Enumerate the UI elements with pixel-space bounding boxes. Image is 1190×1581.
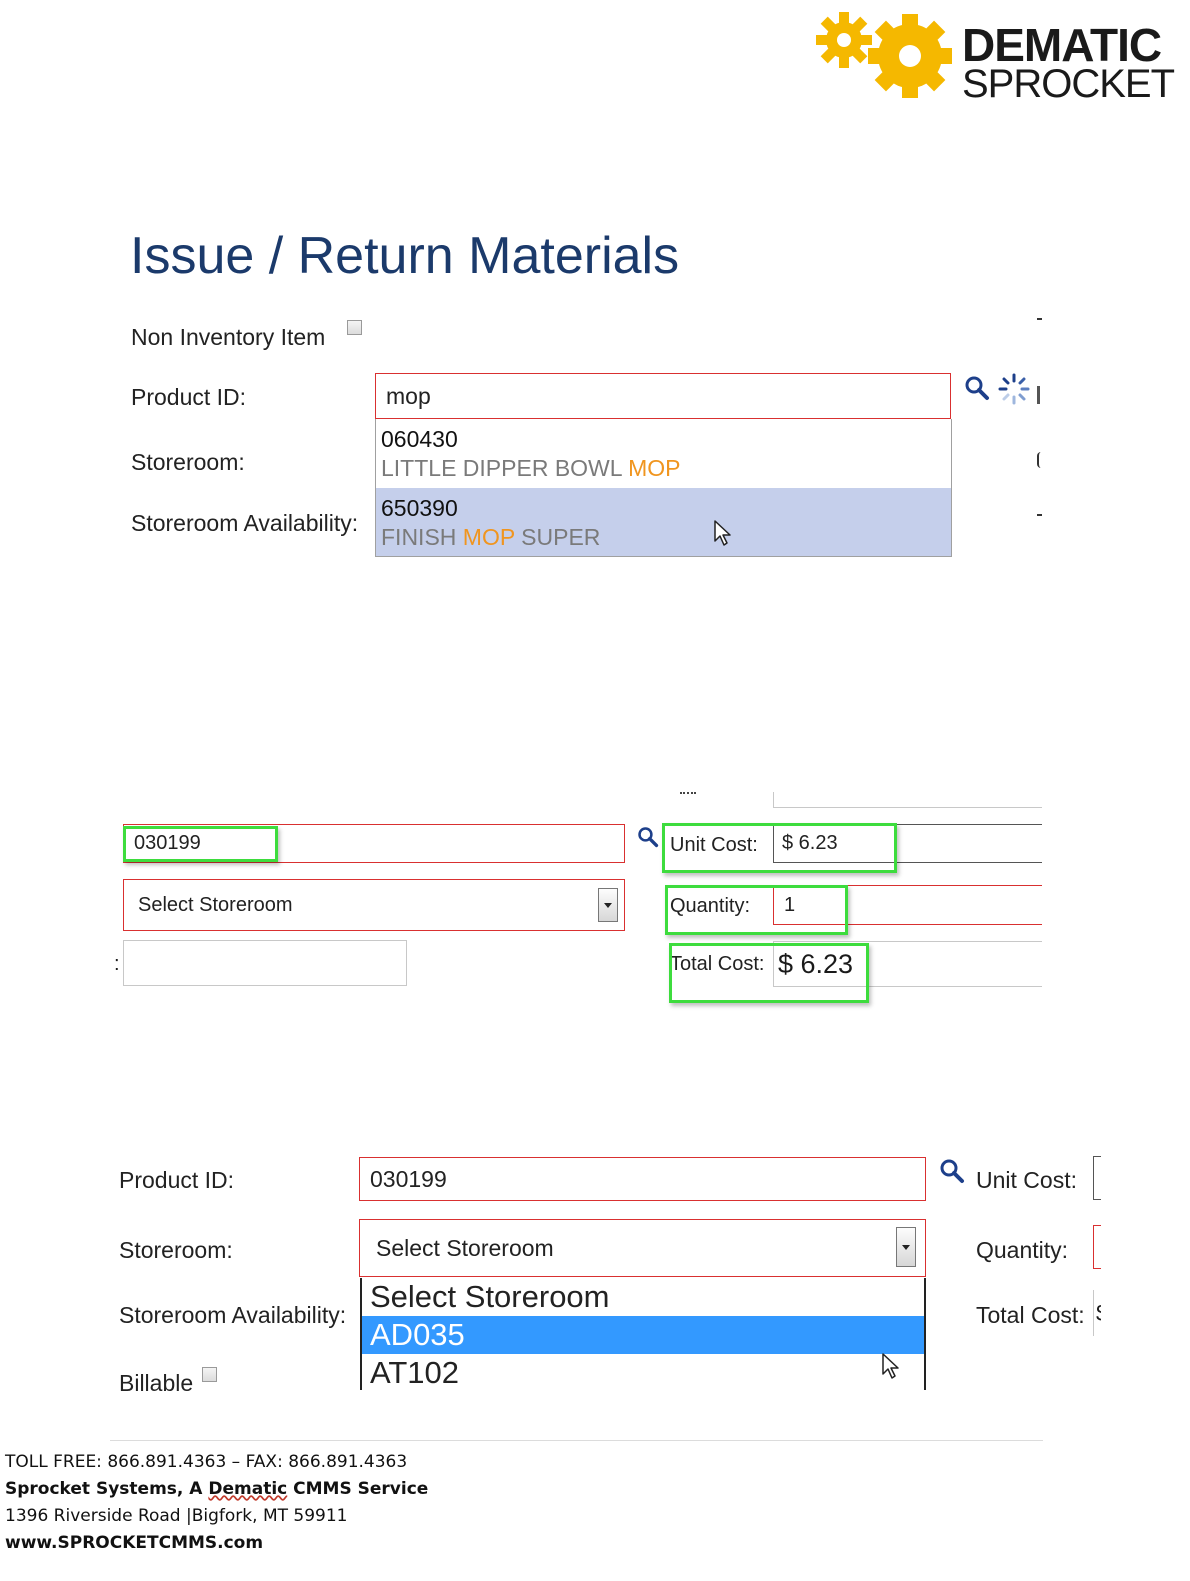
product-id-input[interactable]: 030199 xyxy=(359,1157,926,1201)
search-icon[interactable] xyxy=(964,375,990,401)
autocomplete-code: 650390 xyxy=(381,495,458,521)
storeroom-label: Storeroom: xyxy=(119,1237,233,1263)
search-icon[interactable] xyxy=(637,826,659,848)
billable-label: Billable xyxy=(119,1370,194,1396)
logo-line-2: SPROCKET xyxy=(962,62,1175,106)
cropped-mark xyxy=(680,792,696,797)
annotation-highlight xyxy=(662,823,897,873)
product-id-label: Product ID: xyxy=(119,1167,235,1193)
product-id-value: mop xyxy=(386,382,431,409)
footer-phones: TOLL FREE: 866.891.4363 – FAX: 866.891.4… xyxy=(5,1452,408,1472)
storeroom-dropdown-list: Select Storeroom AD035 AT102 xyxy=(360,1278,926,1390)
autocomplete-code: 060430 xyxy=(381,426,458,452)
mouse-cursor-icon xyxy=(882,1353,899,1379)
footer-address: 1396 Riverside Road |Bigfork, MT 59911 xyxy=(5,1506,348,1526)
total-cost-field-cropped: $ xyxy=(1093,1290,1101,1336)
mouse-cursor-icon xyxy=(714,520,731,546)
dropdown-arrow-icon[interactable] xyxy=(598,888,618,922)
autocomplete-item-selected[interactable]: 650390 FINISH MOP SUPER xyxy=(376,488,951,556)
small-gear-icon xyxy=(816,12,872,68)
autocomplete-desc: LITTLE DIPPER BOWL MOP xyxy=(381,455,681,481)
annotation-highlight xyxy=(665,885,848,935)
storeroom-label: Storeroom: xyxy=(131,449,245,475)
footer-website-link[interactable]: www.SPROCKETCMMS.com xyxy=(5,1533,263,1553)
search-icon[interactable] xyxy=(939,1158,965,1184)
logo-wordmark: DEMATIC SPROCKET xyxy=(962,22,1175,106)
total-cost-label: Total Cost: xyxy=(976,1302,1085,1328)
dropdown-option[interactable]: AT102 xyxy=(362,1354,924,1390)
autocomplete-list: 060430 LITTLE DIPPER BOWL MOP 650390 FIN… xyxy=(375,419,952,557)
storeroom-select-value: Select Storeroom xyxy=(138,893,293,916)
quantity-input-cropped[interactable] xyxy=(1093,1225,1101,1269)
storeroom-select[interactable]: Select Storeroom xyxy=(123,879,625,931)
large-gear-icon xyxy=(868,14,952,98)
quantity-label: Quantity: xyxy=(976,1237,1069,1263)
storeroom-availability-field xyxy=(123,940,407,986)
cropped-mark xyxy=(1037,514,1042,516)
cropped-mark xyxy=(1037,318,1042,320)
autocomplete-item[interactable]: 060430 LITTLE DIPPER BOWL MOP xyxy=(376,419,951,488)
dropdown-option[interactable]: Select Storeroom xyxy=(362,1278,924,1316)
storeroom-availability-label: Storeroom Availability: xyxy=(131,510,359,536)
unit-cost-label: Unit Cost: xyxy=(976,1167,1077,1193)
total-cost-partial: $ xyxy=(1096,1300,1101,1326)
cropped-mark xyxy=(1037,386,1040,404)
storeroom-select[interactable]: Select Storeroom xyxy=(359,1219,926,1277)
annotation-highlight xyxy=(123,826,278,862)
storeroom-select-value: Select Storeroom xyxy=(376,1234,554,1261)
autocomplete-desc: FINISH MOP SUPER xyxy=(381,524,601,550)
unit-cost-input-cropped[interactable] xyxy=(1093,1156,1101,1200)
footer-company: Sprocket Systems, A Dematic CMMS Service xyxy=(5,1479,429,1499)
cropped-field xyxy=(773,792,1042,808)
storeroom-availability-label: Storeroom Availability: xyxy=(119,1302,347,1328)
product-id-value: 030199 xyxy=(370,1165,447,1192)
loading-spinner-icon xyxy=(998,373,1030,405)
product-id-label: Product ID: xyxy=(131,384,247,410)
footer-divider xyxy=(110,1440,1043,1441)
page-title: Issue / Return Materials xyxy=(130,227,680,285)
colon-label: : xyxy=(114,953,120,975)
dropdown-option-selected[interactable]: AD035 xyxy=(362,1316,924,1354)
annotation-highlight xyxy=(669,943,869,1003)
non-inventory-checkbox[interactable] xyxy=(347,320,362,335)
billable-checkbox[interactable] xyxy=(202,1367,217,1382)
product-id-input[interactable]: mop xyxy=(375,373,951,419)
cropped-mark xyxy=(1037,452,1043,468)
dropdown-arrow-icon[interactable] xyxy=(896,1227,916,1267)
non-inventory-label: Non Inventory Item xyxy=(131,324,326,350)
